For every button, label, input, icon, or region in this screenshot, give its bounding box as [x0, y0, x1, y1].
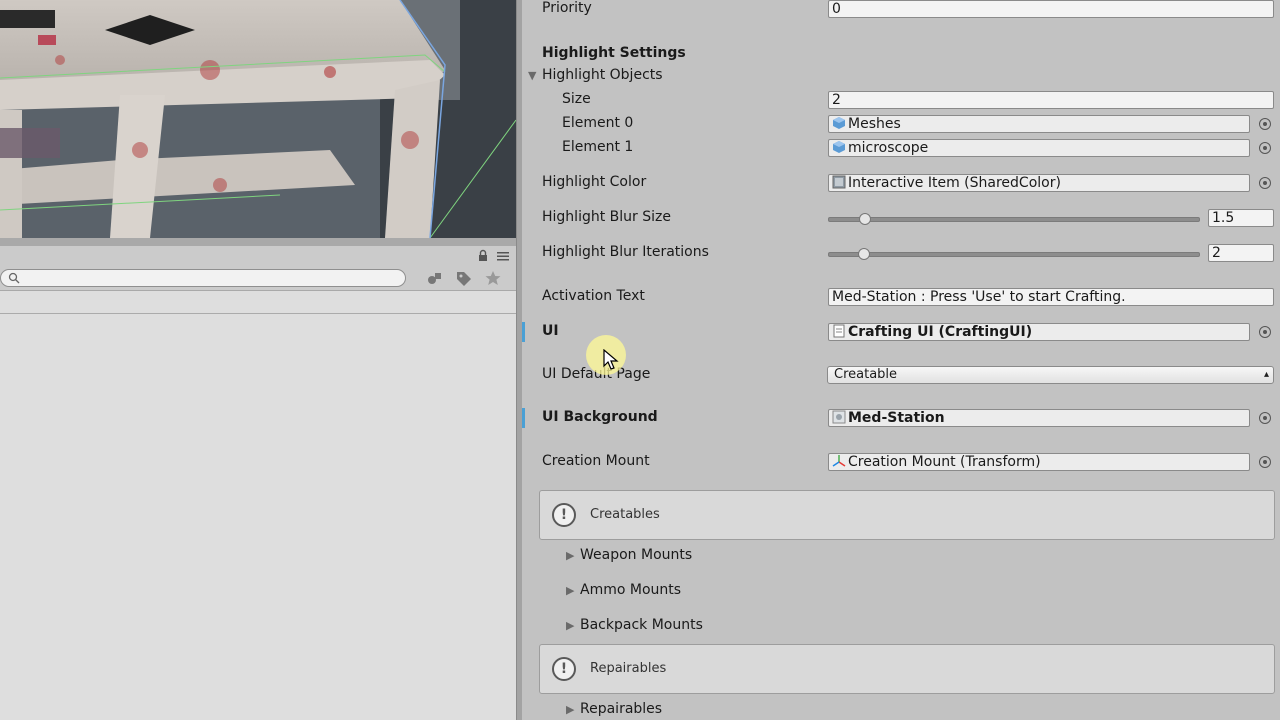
repairables-helpbox: ! Repairables: [539, 644, 1275, 694]
ammo-mounts-foldout[interactable]: ▶ Ammo Mounts: [566, 582, 681, 598]
inspector-panel: Priority 0 Highlight Settings ▼ Highlight…: [522, 0, 1280, 720]
element-1-object-field[interactable]: microscope: [828, 139, 1250, 157]
foldout-expanded-icon: ▼: [528, 69, 537, 82]
dropdown-arrow-icon: ▴: [1263, 369, 1269, 380]
foldout-collapsed-icon: ▶: [566, 703, 575, 716]
priority-field[interactable]: 0: [828, 0, 1274, 18]
element-0-object-field[interactable]: Meshes: [828, 115, 1250, 133]
filter-by-label-icon[interactable]: [453, 268, 475, 288]
blur-size-slider-thumb[interactable]: [859, 213, 871, 225]
object-picker-icon[interactable]: [1259, 118, 1271, 130]
ui-background-label: UI Background: [542, 409, 658, 425]
foldout-collapsed-icon: ▶: [566, 619, 575, 632]
project-list[interactable]: [0, 314, 516, 720]
highlight-blur-size-label: Highlight Blur Size: [542, 209, 671, 225]
ui-background-field[interactable]: Med-Station: [828, 409, 1250, 427]
creatables-help-text: Creatables: [590, 507, 660, 522]
scene-render: [0, 0, 516, 238]
blur-size-field[interactable]: 1.5: [1208, 209, 1274, 227]
prefab-cube-icon: [833, 117, 845, 129]
search-input[interactable]: [0, 269, 406, 287]
blur-iterations-slider[interactable]: [828, 252, 1200, 257]
activation-text-label: Activation Text: [542, 288, 645, 304]
element-0-value: Meshes: [848, 116, 901, 132]
ui-default-page-dropdown[interactable]: Creatable ▴: [827, 366, 1274, 384]
creatables-helpbox: ! Creatables: [539, 490, 1275, 540]
highlight-color-field[interactable]: Interactive Item (SharedColor): [828, 174, 1250, 192]
project-list-header: [0, 291, 516, 314]
object-picker-icon[interactable]: [1259, 412, 1271, 424]
object-picker-icon[interactable]: [1259, 456, 1271, 468]
highlight-objects-label: Highlight Objects: [542, 67, 663, 83]
search-icon: [8, 272, 20, 284]
ammo-mounts-label: Ammo Mounts: [580, 582, 682, 598]
array-size-field[interactable]: 2: [828, 91, 1274, 109]
activation-text-field[interactable]: Med-Station : Press 'Use' to start Craft…: [828, 288, 1274, 306]
highlight-settings-header: Highlight Settings: [542, 45, 686, 61]
highlight-color-label: Highlight Color: [542, 174, 647, 190]
blur-size-slider[interactable]: [828, 217, 1200, 222]
lock-icon[interactable]: [476, 249, 490, 263]
object-picker-icon[interactable]: [1259, 326, 1271, 338]
ui-default-page-value: Creatable: [834, 367, 898, 382]
array-size-label: Size: [562, 91, 591, 107]
weapon-mounts-label: Weapon Mounts: [580, 547, 693, 563]
highlight-objects-foldout[interactable]: ▼ Highlight Objects: [528, 67, 663, 83]
scriptable-object-icon: [832, 175, 846, 189]
transform-icon: [832, 455, 846, 467]
object-picker-icon[interactable]: [1259, 177, 1271, 189]
backpack-mounts-foldout[interactable]: ▶ Backpack Mounts: [566, 617, 703, 633]
creation-mount-label: Creation Mount: [542, 453, 650, 469]
repairables-label: Repairables: [580, 701, 663, 717]
filter-by-type-icon[interactable]: [424, 268, 446, 288]
prefab-override-indicator: [522, 322, 525, 342]
info-icon: !: [552, 503, 576, 527]
highlight-color-value: Interactive Item (SharedColor): [848, 175, 1061, 191]
element-1-label: Element 1: [562, 139, 634, 155]
prefab-override-indicator: [522, 408, 525, 428]
scene-divider: [0, 238, 516, 246]
panel-menu-icon[interactable]: [496, 249, 510, 263]
panel-header: [0, 246, 516, 266]
sprite-icon: [832, 410, 846, 424]
ui-label: UI: [542, 323, 559, 339]
ui-value: Crafting UI (CraftingUI): [848, 324, 1033, 340]
weapon-mounts-foldout[interactable]: ▶ Weapon Mounts: [566, 547, 692, 563]
highlight-blur-iterations-label: Highlight Blur Iterations: [542, 244, 709, 260]
blur-iterations-slider-thumb[interactable]: [858, 248, 870, 260]
ui-background-value: Med-Station: [848, 410, 945, 426]
foldout-collapsed-icon: ▶: [566, 549, 575, 562]
script-icon: [833, 324, 845, 338]
object-picker-icon[interactable]: [1259, 142, 1271, 154]
info-icon: !: [552, 657, 576, 681]
creation-mount-value: Creation Mount (Transform): [848, 454, 1041, 470]
mouse-cursor-icon: [603, 349, 619, 370]
priority-label: Priority: [542, 0, 592, 16]
prefab-cube-icon: [833, 141, 845, 153]
backpack-mounts-label: Backpack Mounts: [580, 617, 703, 633]
foldout-collapsed-icon: ▶: [566, 584, 575, 597]
repairables-help-text: Repairables: [590, 661, 667, 676]
favorites-star-icon[interactable]: [482, 268, 504, 288]
repairables-foldout[interactable]: ▶ Repairables: [566, 701, 662, 717]
element-1-value: microscope: [848, 140, 929, 156]
ui-object-field[interactable]: Crafting UI (CraftingUI): [828, 323, 1250, 341]
creation-mount-field[interactable]: Creation Mount (Transform): [828, 453, 1250, 471]
element-0-label: Element 0: [562, 115, 634, 131]
blur-iterations-field[interactable]: 2: [1208, 244, 1274, 262]
scene-view[interactable]: [0, 0, 516, 238]
